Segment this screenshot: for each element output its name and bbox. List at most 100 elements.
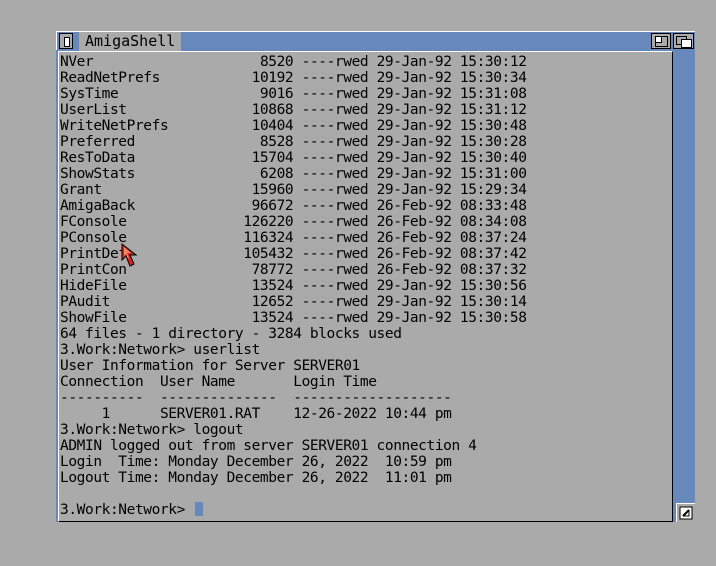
- directory-summary: 64 files - 1 directory - 3284 blocks use…: [60, 326, 402, 342]
- file-date: 29-Jan-92: [376, 182, 452, 198]
- file-size: 105432: [243, 246, 294, 262]
- text-cursor: [195, 502, 204, 516]
- file-date: 29-Jan-92: [376, 294, 452, 310]
- file-name: Grant: [60, 182, 102, 198]
- file-date: 26-Feb-92: [376, 230, 452, 246]
- file-name: NVer: [60, 54, 94, 70]
- file-time: 15:30:48: [459, 118, 527, 134]
- file-time: 15:30:58: [459, 310, 527, 326]
- resize-gadget-icon[interactable]: [676, 503, 695, 522]
- file-name: AmigaBack: [60, 198, 135, 214]
- file-time: 15:31:00: [459, 166, 527, 182]
- file-size: 116324: [243, 230, 294, 246]
- file-list-row: WriteNetPrefs 10404 ----rwed 29-Jan-92 1…: [60, 118, 527, 134]
- file-list-row: ReadNetPrefs 10192 ----rwed 29-Jan-92 15…: [60, 70, 527, 86]
- file-size: 10192: [251, 70, 294, 86]
- file-list-row: PAudit 12652 ----rwed 29-Jan-92 15:30:14: [60, 294, 527, 310]
- file-time: 15:30:40: [459, 150, 527, 166]
- userlist-divider: ---------- -------------- --------------…: [60, 390, 452, 406]
- file-list-row: AmigaBack 96672 ----rwed 26-Feb-92 08:33…: [60, 198, 527, 214]
- file-name: FConsole: [60, 214, 127, 230]
- console-output[interactable]: NVer 8520 ----rwed 29-Jan-92 15:30:12 Rea…: [58, 51, 673, 522]
- window-title-bar[interactable]: AmigaShell: [56, 31, 695, 51]
- file-size: 9016: [259, 86, 294, 102]
- file-name: UserList: [60, 102, 127, 118]
- file-date: 29-Jan-92: [376, 102, 452, 118]
- userlist-header: Connection User Name Login Time: [60, 374, 377, 390]
- file-name: SysTime: [60, 86, 119, 102]
- file-perms: ----rwed: [301, 230, 369, 246]
- window-title: AmigaShell: [79, 32, 182, 51]
- file-list-row: HideFile 13524 ----rwed 29-Jan-92 15:30:…: [60, 278, 527, 294]
- logout-time-line: Logout Time: Monday December 26, 2022 11…: [60, 470, 452, 486]
- file-perms: ----rwed: [301, 214, 369, 230]
- shell-prompt-line: 3.Work:Network> userlist: [60, 342, 260, 358]
- logout-message: ADMIN logged out from server SERVER01 co…: [60, 438, 477, 454]
- file-name: ResToData: [60, 150, 135, 166]
- file-date: 29-Jan-92: [376, 310, 452, 326]
- file-date: 26-Feb-92: [376, 262, 452, 278]
- file-list-row: NVer 8520 ----rwed 29-Jan-92 15:30:12: [60, 54, 527, 70]
- file-name: Preferred: [60, 134, 135, 150]
- file-date: 29-Jan-92: [376, 134, 452, 150]
- file-name: HideFile: [60, 278, 127, 294]
- file-list-row: ShowStats 6208 ----rwed 29-Jan-92 15:31:…: [60, 166, 527, 182]
- file-time: 08:34:08: [459, 214, 527, 230]
- file-date: 29-Jan-92: [376, 166, 452, 182]
- file-perms: ----rwed: [301, 70, 369, 86]
- current-prompt-line[interactable]: 3.Work:Network>: [60, 502, 527, 518]
- file-time: 15:30:34: [459, 70, 527, 86]
- file-perms: ----rwed: [301, 166, 369, 182]
- close-gadget-icon[interactable]: [59, 33, 73, 49]
- file-perms: ----rwed: [301, 86, 369, 102]
- prompt-text: 3.Work:Network>: [60, 502, 194, 518]
- file-date: 29-Jan-92: [376, 86, 452, 102]
- zoom-gadget-icon[interactable]: [651, 33, 671, 49]
- userlist-title: User Information for Server SERVER01: [60, 358, 360, 374]
- file-size: 8520: [259, 54, 294, 70]
- file-size: 126220: [243, 214, 294, 230]
- right-window-border: [675, 51, 695, 502]
- file-date: 29-Jan-92: [376, 70, 452, 86]
- file-perms: ----rwed: [301, 118, 369, 134]
- file-size: 10868: [251, 102, 294, 118]
- file-time: 08:33:48: [459, 198, 527, 214]
- file-list-row: UserList 10868 ----rwed 29-Jan-92 15:31:…: [60, 102, 527, 118]
- file-list-row: FConsole 126220 ----rwed 26-Feb-92 08:34…: [60, 214, 527, 230]
- file-list-row: ResToData 15704 ----rwed 29-Jan-92 15:30…: [60, 150, 527, 166]
- file-date: 26-Feb-92: [376, 246, 452, 262]
- userlist-row: 1 SERVER01.RAT 12-26-2022 10:44 pm: [60, 406, 452, 422]
- file-size: 8528: [259, 134, 294, 150]
- file-date: 29-Jan-92: [376, 54, 452, 70]
- file-name: WriteNetPrefs: [60, 118, 169, 134]
- file-perms: ----rwed: [301, 198, 369, 214]
- file-time: 15:31:08: [459, 86, 527, 102]
- shell-prompt-line: 3.Work:Network> logout: [60, 422, 244, 438]
- file-size: 13524: [251, 310, 294, 326]
- mouse-pointer-icon: [121, 242, 145, 273]
- file-size: 13524: [251, 278, 294, 294]
- login-time-line: Login Time: Monday December 26, 2022 10:…: [60, 454, 452, 470]
- file-date: 29-Jan-92: [376, 150, 452, 166]
- file-date: 29-Jan-92: [376, 278, 452, 294]
- file-name: ReadNetPrefs: [60, 70, 160, 86]
- file-perms: ----rwed: [301, 54, 369, 70]
- file-perms: ----rwed: [301, 262, 369, 278]
- file-name: PrintCon: [60, 262, 127, 278]
- depth-gadget-icon[interactable]: [673, 33, 694, 49]
- file-list-row: Preferred 8528 ----rwed 29-Jan-92 15:30:…: [60, 134, 527, 150]
- file-date: 29-Jan-92: [376, 118, 452, 134]
- file-list-row: SysTime 9016 ----rwed 29-Jan-92 15:31:08: [60, 86, 527, 102]
- file-name: PAudit: [60, 294, 110, 310]
- file-name: PrintDef: [60, 246, 127, 262]
- file-perms: ----rwed: [301, 134, 369, 150]
- file-size: 78772: [251, 262, 294, 278]
- file-date: 26-Feb-92: [376, 214, 452, 230]
- file-size: 96672: [251, 198, 294, 214]
- amigashell-window[interactable]: AmigaShell NVer 8520 ----rwed 29-Jan-92 …: [56, 31, 695, 522]
- file-time: 15:29:34: [459, 182, 527, 198]
- file-time: 15:30:56: [459, 278, 527, 294]
- file-perms: ----rwed: [301, 278, 369, 294]
- file-time: 15:31:12: [459, 102, 527, 118]
- file-list-row: Grant 15960 ----rwed 29-Jan-92 15:29:34: [60, 182, 527, 198]
